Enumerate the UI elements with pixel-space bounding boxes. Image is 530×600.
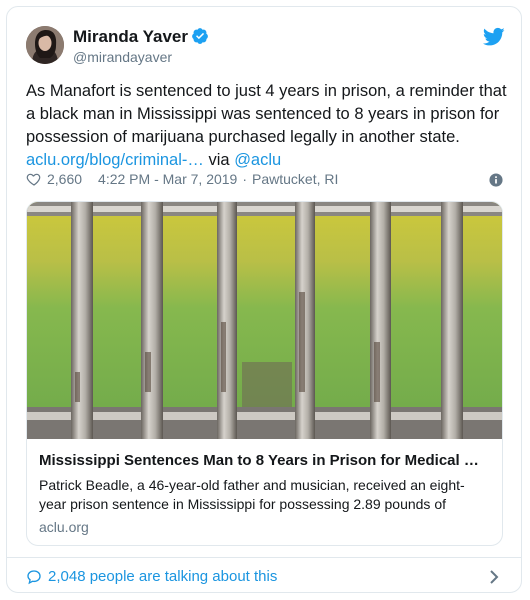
link-preview-card[interactable]: Mississippi Sentences Man to 8 Years in … — [26, 201, 503, 546]
card-title[interactable]: Mississippi Sentences Man to 8 Years in … — [39, 452, 489, 469]
card-domain: aclu.org — [39, 519, 89, 535]
talking-about-link[interactable]: 2,048 people are talking about this — [26, 568, 277, 585]
card-image — [27, 202, 502, 439]
talking-about-text[interactable]: 2,048 people are talking about this — [48, 568, 277, 585]
article-link[interactable]: aclu.org/blog/criminal-… — [26, 151, 204, 169]
info-icon[interactable] — [489, 173, 503, 187]
meta-separator: · — [242, 171, 248, 187]
heart-icon[interactable] — [26, 171, 42, 187]
tweet-meta: 2,660 4:22 PM - Mar 7, 2019 · Pawtucket,… — [26, 171, 338, 187]
mention-link[interactable]: @aclu — [234, 151, 281, 169]
twitter-bird-icon[interactable] — [483, 27, 505, 47]
display-name[interactable]: Miranda Yaver — [73, 27, 188, 47]
tweet-text: As Manafort is sentenced to just 4 years… — [26, 80, 508, 172]
avatar[interactable] — [26, 26, 64, 64]
chevron-right-icon[interactable] — [489, 569, 499, 585]
like-count[interactable]: 2,660 — [47, 171, 82, 187]
via-text: via — [208, 151, 230, 169]
tweet-body: As Manafort is sentenced to just 4 years… — [26, 82, 507, 146]
verified-badge-icon — [192, 28, 208, 44]
tweet-location[interactable]: Pawtucket, RI — [252, 171, 338, 187]
avatar-image — [26, 26, 64, 64]
footer-divider — [7, 557, 521, 558]
comment-bubble-icon — [27, 569, 41, 584]
card-description: Patrick Beadle, a 46-year-old father and… — [39, 477, 465, 512]
tweet-timestamp[interactable]: 4:22 PM - Mar 7, 2019 — [98, 171, 237, 187]
user-handle[interactable]: @mirandayaver — [73, 49, 172, 65]
tweet-card[interactable]: Miranda Yaver @mirandayaver As Manafort … — [6, 6, 522, 593]
